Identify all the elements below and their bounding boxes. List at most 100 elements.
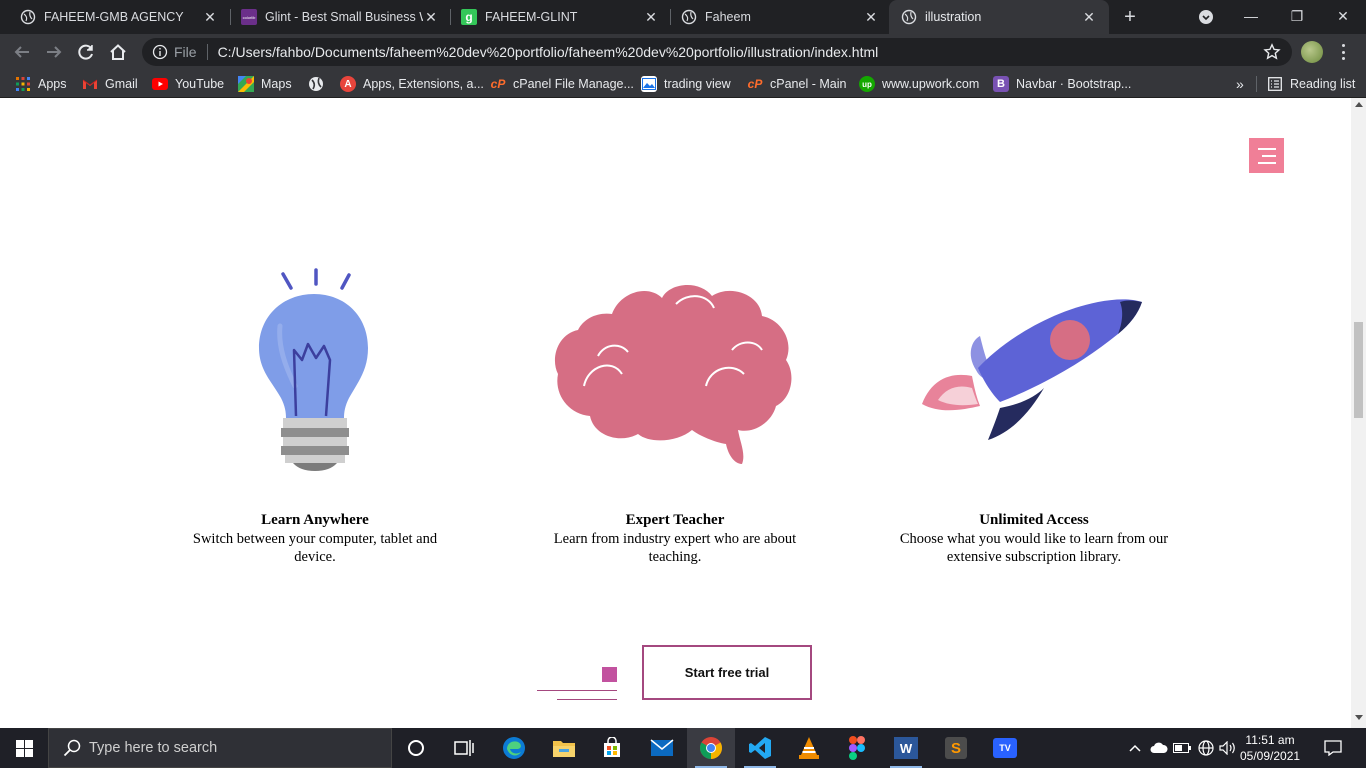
tradingview-icon[interactable]: TV (981, 728, 1029, 768)
youtube-icon (152, 76, 168, 92)
address-scheme-label: File (174, 44, 197, 60)
figma-icon[interactable] (833, 728, 881, 768)
minimize-icon[interactable]: — (1228, 0, 1274, 32)
globe-icon (20, 9, 36, 25)
feature-title: Learn Anywhere (261, 512, 369, 528)
address-bar[interactable]: File C:/Users/fahbo/Documents/faheem%20d… (142, 38, 1292, 66)
cpanel-icon: cP (490, 77, 506, 91)
feature-expert-teacher: Expert Teacher Learn from industry exper… (540, 510, 810, 566)
chevron-up-icon[interactable] (1126, 728, 1144, 768)
browser-menu-icon[interactable] (1340, 42, 1346, 62)
new-tab-button[interactable]: + (1118, 5, 1142, 29)
task-view-icon[interactable] (440, 728, 488, 768)
bookmark-cpanel-main[interactable]: cP cPanel - Main (747, 70, 847, 98)
info-icon[interactable] (152, 44, 168, 60)
scroll-down-arrow-icon[interactable] (1355, 715, 1363, 720)
decorative-line (557, 699, 617, 700)
clock-date: 05/09/2021 (1240, 749, 1301, 763)
address-url[interactable]: C:/Users/fahbo/Documents/faheem%20dev%20… (218, 44, 879, 60)
vlc-icon[interactable] (785, 728, 833, 768)
bookmark-star-icon[interactable] (1263, 43, 1281, 61)
bookmark-label: Navbar · Bootstrap... (1016, 77, 1132, 91)
bookmark-maps[interactable]: Maps (238, 70, 292, 98)
bookmark-label: Apps, Extensions, a... (363, 77, 484, 91)
restore-icon[interactable]: ❐ (1274, 0, 1320, 32)
maps-icon (238, 76, 254, 92)
close-icon[interactable]: ✕ (1081, 9, 1097, 26)
tab-illustration[interactable]: illustration ✕ (889, 0, 1109, 34)
bookmark-cpanel-file-manager[interactable]: cP cPanel File Manage... (490, 70, 634, 98)
tab-title: FAHEEM-GLINT (485, 10, 578, 24)
image-icon (641, 76, 657, 92)
tab-title: Glint - Best Small Business W (265, 10, 423, 24)
taskbar-clock[interactable]: 11:51 am 05/09/2021 (1240, 732, 1300, 764)
bookmark-trading-view[interactable]: trading view (641, 70, 731, 98)
bookmark-gmail[interactable]: Gmail (82, 70, 138, 98)
bookmark-label: Gmail (105, 77, 138, 91)
windows-start-icon[interactable] (0, 728, 48, 768)
bookmark-apps[interactable]: Apps (15, 70, 67, 98)
more-bookmarks-button[interactable]: » (1236, 70, 1244, 98)
network-globe-icon[interactable] (1196, 728, 1216, 768)
forward-arrow-icon[interactable] (44, 42, 64, 62)
chrome-icon[interactable] (687, 728, 735, 768)
close-icon[interactable]: ✕ (643, 9, 659, 26)
cpanel-icon: cP (747, 77, 763, 91)
home-icon[interactable] (108, 42, 128, 62)
speaker-icon[interactable] (1218, 728, 1238, 768)
bookmark-navbar-bootstrap[interactable]: B Navbar · Bootstrap... (993, 70, 1131, 98)
onedrive-icon[interactable] (1149, 728, 1169, 768)
tab-faheem-glint[interactable]: g FAHEEM-GLINT ✕ (449, 0, 671, 34)
feature-text: Choose what you would like to learn from… (899, 531, 1169, 565)
bookmark-apps-extensions[interactable]: A Apps, Extensions, a... (340, 70, 484, 98)
bookmark-youtube[interactable]: YouTube (152, 70, 224, 98)
window-close-icon[interactable]: ✕ (1320, 0, 1366, 32)
hamburger-menu-button[interactable] (1249, 138, 1284, 173)
decorative-line (537, 690, 617, 691)
cortana-icon[interactable] (392, 728, 440, 768)
feature-text: Switch between your computer, tablet and… (192, 531, 438, 565)
globe-icon (901, 9, 917, 25)
bookmark-label: www.upwork.com (882, 77, 980, 91)
tab-glint[interactable]: colorlib Glint - Best Small Business W ✕ (229, 0, 451, 34)
tab-faheem[interactable]: Faheem ✕ (669, 0, 891, 34)
bookmark-label: cPanel - Main (770, 77, 847, 91)
globe-icon (308, 76, 324, 92)
tab-search-icon[interactable] (1198, 9, 1214, 25)
word-icon[interactable]: W (882, 728, 930, 768)
rocket-illustration (922, 299, 1142, 440)
vscode-icon[interactable] (736, 728, 784, 768)
close-icon[interactable]: ✕ (423, 9, 439, 26)
close-icon[interactable]: ✕ (202, 9, 218, 26)
back-arrow-icon[interactable] (12, 42, 32, 62)
feature-text: Learn from industry expert who are about… (553, 531, 797, 565)
edge-icon[interactable] (490, 728, 538, 768)
search-placeholder: Type here to search (89, 740, 218, 756)
sublime-icon[interactable]: S (932, 728, 980, 768)
notifications-icon[interactable] (1318, 728, 1348, 768)
hamburger-line (1258, 161, 1276, 164)
bookmark-globe[interactable] (308, 70, 331, 98)
page-scrollbar[interactable] (1351, 98, 1366, 728)
sublime-badge: S (945, 737, 967, 759)
close-icon[interactable]: ✕ (863, 9, 879, 26)
reload-icon[interactable] (76, 42, 96, 62)
brain-illustration (554, 284, 792, 464)
profile-avatar[interactable] (1301, 41, 1323, 63)
store-icon[interactable] (588, 728, 636, 768)
scrollbar-thumb[interactable] (1354, 322, 1363, 418)
reading-list-button[interactable]: Reading list (1267, 70, 1355, 98)
bookmark-upwork[interactable]: up www.upwork.com (859, 70, 979, 98)
tab-faheem-gmb-agency[interactable]: FAHEEM-GMB AGENCY ✕ (8, 0, 230, 34)
file-explorer-icon[interactable] (540, 728, 588, 768)
start-free-trial-button[interactable]: Start free trial (642, 645, 812, 700)
scroll-up-arrow-icon[interactable] (1355, 102, 1363, 107)
extensions-icon: A (340, 76, 356, 92)
tab-title: Faheem (705, 10, 751, 24)
tab-strip: FAHEEM-GMB AGENCY ✕ colorlib Glint - Bes… (0, 0, 1366, 34)
battery-icon[interactable] (1172, 728, 1192, 768)
bookmarks-bar: Apps Gmail YouTube Maps A Apps, Extensio… (0, 70, 1366, 98)
bookmark-label: Apps (38, 77, 67, 91)
mail-icon[interactable] (638, 728, 686, 768)
taskbar-search-input[interactable]: Type here to search (48, 728, 392, 768)
